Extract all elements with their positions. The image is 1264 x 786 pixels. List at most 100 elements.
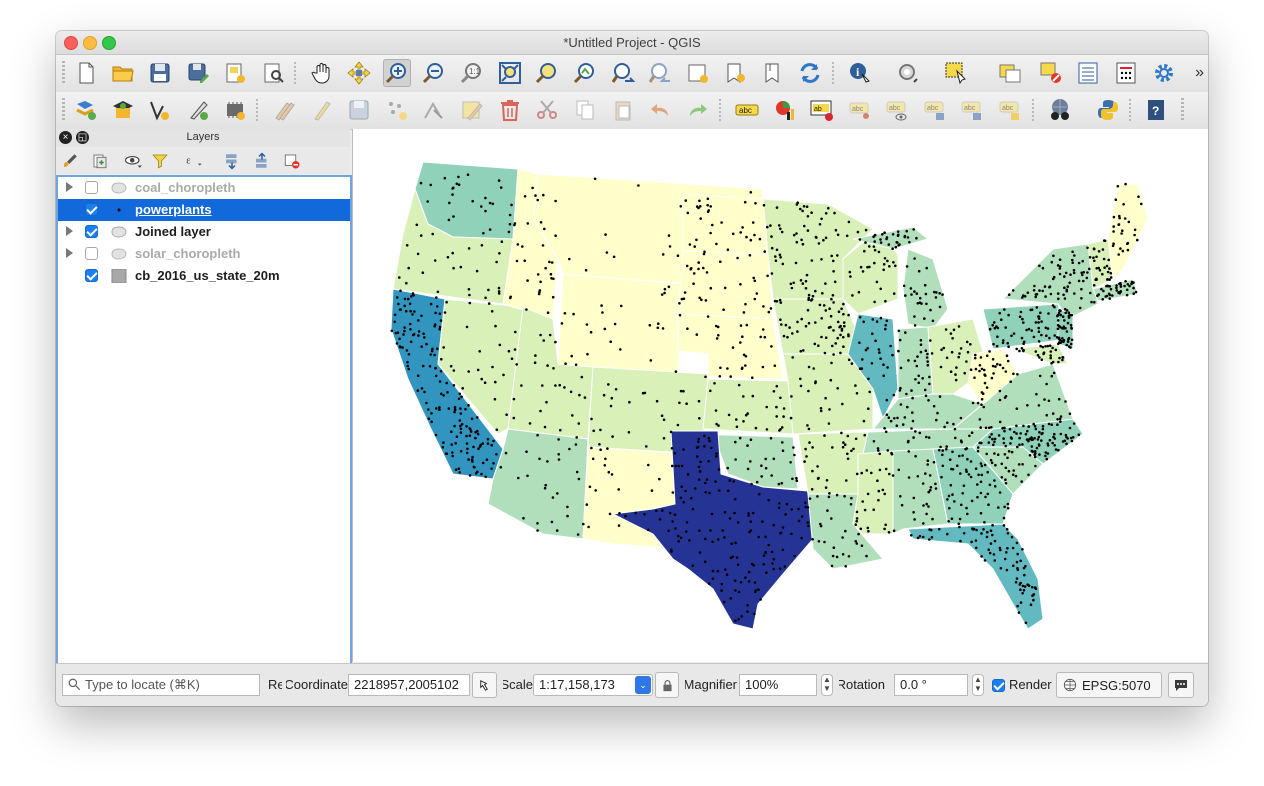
select-features-button[interactable] [942, 59, 970, 87]
chevron-down-icon[interactable]: ⌄ [635, 676, 651, 694]
zoom-next-button[interactable] [646, 59, 674, 87]
expand-arrow-icon[interactable] [66, 248, 73, 258]
pan-button[interactable] [308, 59, 336, 87]
add-group-button[interactable] [90, 151, 110, 171]
new-print-layout-button[interactable] [221, 59, 249, 87]
map-canvas[interactable] [352, 129, 1208, 662]
layer-row-powerplants[interactable]: powerplants [58, 199, 350, 221]
manage-visibility-button[interactable] [120, 151, 146, 171]
run-action-button[interactable] [894, 59, 922, 87]
rotation-spinner[interactable]: ▲ ▼ [972, 674, 984, 696]
digitize-line-button[interactable] [146, 96, 174, 124]
help-button[interactable]: ? [1142, 96, 1170, 124]
layer-row-solar-choropleth[interactable]: solar_choropleth [58, 243, 350, 265]
scale-combobox[interactable]: 1:17,158,173 ⌄ [533, 674, 653, 696]
label-tool-button[interactable]: abc [733, 96, 761, 124]
new-project-button[interactable] [72, 59, 100, 87]
render-checkbox[interactable] [992, 679, 1005, 692]
powerplant-point [1063, 439, 1067, 443]
expand-arrow-icon[interactable] [66, 226, 73, 236]
copy-button[interactable] [571, 96, 599, 124]
add-raster-layer-button[interactable] [109, 96, 137, 124]
toggle-extents-button[interactable] [472, 672, 497, 698]
move-label-button[interactable]: abc [921, 96, 949, 124]
save-as-button[interactable] [184, 59, 212, 87]
globe-plugin-button[interactable] [1046, 96, 1074, 124]
settings-button[interactable] [1150, 59, 1178, 87]
remove-layer-button[interactable] [282, 151, 302, 171]
layer-visibility-checkbox[interactable] [85, 269, 98, 282]
zoom-native-button[interactable]: 1:1 [458, 59, 486, 87]
powerplant-point [958, 454, 961, 458]
new-map-view-button[interactable] [684, 59, 712, 87]
zoom-to-selection-button[interactable] [533, 59, 561, 87]
collapse-all-button[interactable] [252, 151, 272, 171]
rotation-field[interactable]: 0.0 ° [894, 674, 968, 696]
digitize-polygon-button[interactable] [184, 96, 212, 124]
highlight-labels-button[interactable]: abc [846, 96, 874, 124]
cut-button[interactable] [533, 96, 561, 124]
identify-button[interactable]: i [846, 59, 874, 87]
pin-labels-button[interactable]: ab [808, 96, 836, 124]
magnifier-spinner[interactable]: ▲ ▼ [821, 674, 833, 696]
open-project-button[interactable] [109, 59, 137, 87]
show-bookmarks-button[interactable] [759, 59, 787, 87]
delete-selected-button[interactable] [496, 96, 524, 124]
filter-legend-button[interactable] [150, 151, 170, 171]
pan-to-selection-button[interactable] [345, 59, 373, 87]
show-hide-labels-button[interactable]: abc [883, 96, 911, 124]
coordinate-field[interactable]: 2218957,2005102 [348, 674, 470, 696]
magnifier-field[interactable]: 100% [739, 674, 817, 696]
undo-button[interactable] [646, 96, 674, 124]
zoom-out-button[interactable] [420, 59, 448, 87]
refresh-button[interactable] [796, 59, 824, 87]
rotate-label-button[interactable]: abc [958, 96, 986, 124]
powerplant-point [1004, 478, 1007, 482]
layer-visibility-checkbox[interactable] [85, 225, 98, 238]
zoom-in-button[interactable] [383, 59, 411, 87]
open-attribute-table-button[interactable] [996, 59, 1024, 87]
toolbar-grip[interactable] [1181, 98, 1184, 122]
zoom-last-button[interactable] [609, 59, 637, 87]
field-calculator-button[interactable] [1074, 59, 1102, 87]
filter-expression-button[interactable]: ε [180, 151, 208, 171]
save-edits-button[interactable] [345, 96, 373, 124]
zoom-full-button[interactable] [496, 59, 524, 87]
toggle-editing-button[interactable] [221, 96, 249, 124]
layer-visibility-checkbox[interactable] [85, 203, 98, 216]
layer-visibility-checkbox[interactable] [85, 181, 98, 194]
modify-attributes-button[interactable] [458, 96, 486, 124]
layer-visibility-checkbox[interactable] [85, 247, 98, 260]
layer-row-coal-choropleth[interactable]: coal_choropleth [58, 177, 350, 199]
lock-scale-button[interactable] [655, 672, 679, 698]
expand-arrow-icon[interactable] [66, 182, 73, 192]
statistics-button[interactable] [1112, 59, 1140, 87]
zoom-to-layer-button[interactable] [571, 59, 599, 87]
messages-button[interactable] [1168, 672, 1194, 698]
crs-button[interactable]: EPSG:5070 [1056, 672, 1162, 698]
pencil-button[interactable] [308, 96, 336, 124]
add-vector-layer-button[interactable] [72, 96, 100, 124]
powerplant-point [928, 474, 932, 477]
us-states-map[interactable] [353, 129, 1208, 662]
style-layer-button[interactable] [60, 151, 80, 171]
add-point-button[interactable] [383, 96, 411, 124]
layer-row-cb-2016-us-state-20m[interactable]: cb_2016_us_state_20m [58, 265, 350, 287]
paste-button[interactable] [609, 96, 637, 124]
save-project-button[interactable] [146, 59, 174, 87]
locate-search-field[interactable]: Type to locate (⌘K) [62, 674, 260, 696]
redo-button[interactable] [684, 96, 712, 124]
toolbar-grip[interactable] [62, 61, 65, 85]
diagram-tool-button[interactable] [771, 96, 799, 124]
python-console-button[interactable] [1094, 96, 1122, 124]
expand-all-button[interactable] [222, 151, 242, 171]
deselect-all-button[interactable] [1037, 59, 1065, 87]
layout-manager-button[interactable] [259, 59, 287, 87]
current-edits-button[interactable] [270, 96, 298, 124]
change-label-button[interactable]: abc [996, 96, 1024, 124]
toolbar-overflow-icon[interactable]: » [1195, 64, 1204, 82]
layer-row-joined-layer[interactable]: Joined layer [58, 221, 350, 243]
toolbar-grip[interactable] [62, 98, 65, 122]
new-bookmark-button[interactable] [721, 59, 749, 87]
vertex-tool-button[interactable] [420, 96, 448, 124]
